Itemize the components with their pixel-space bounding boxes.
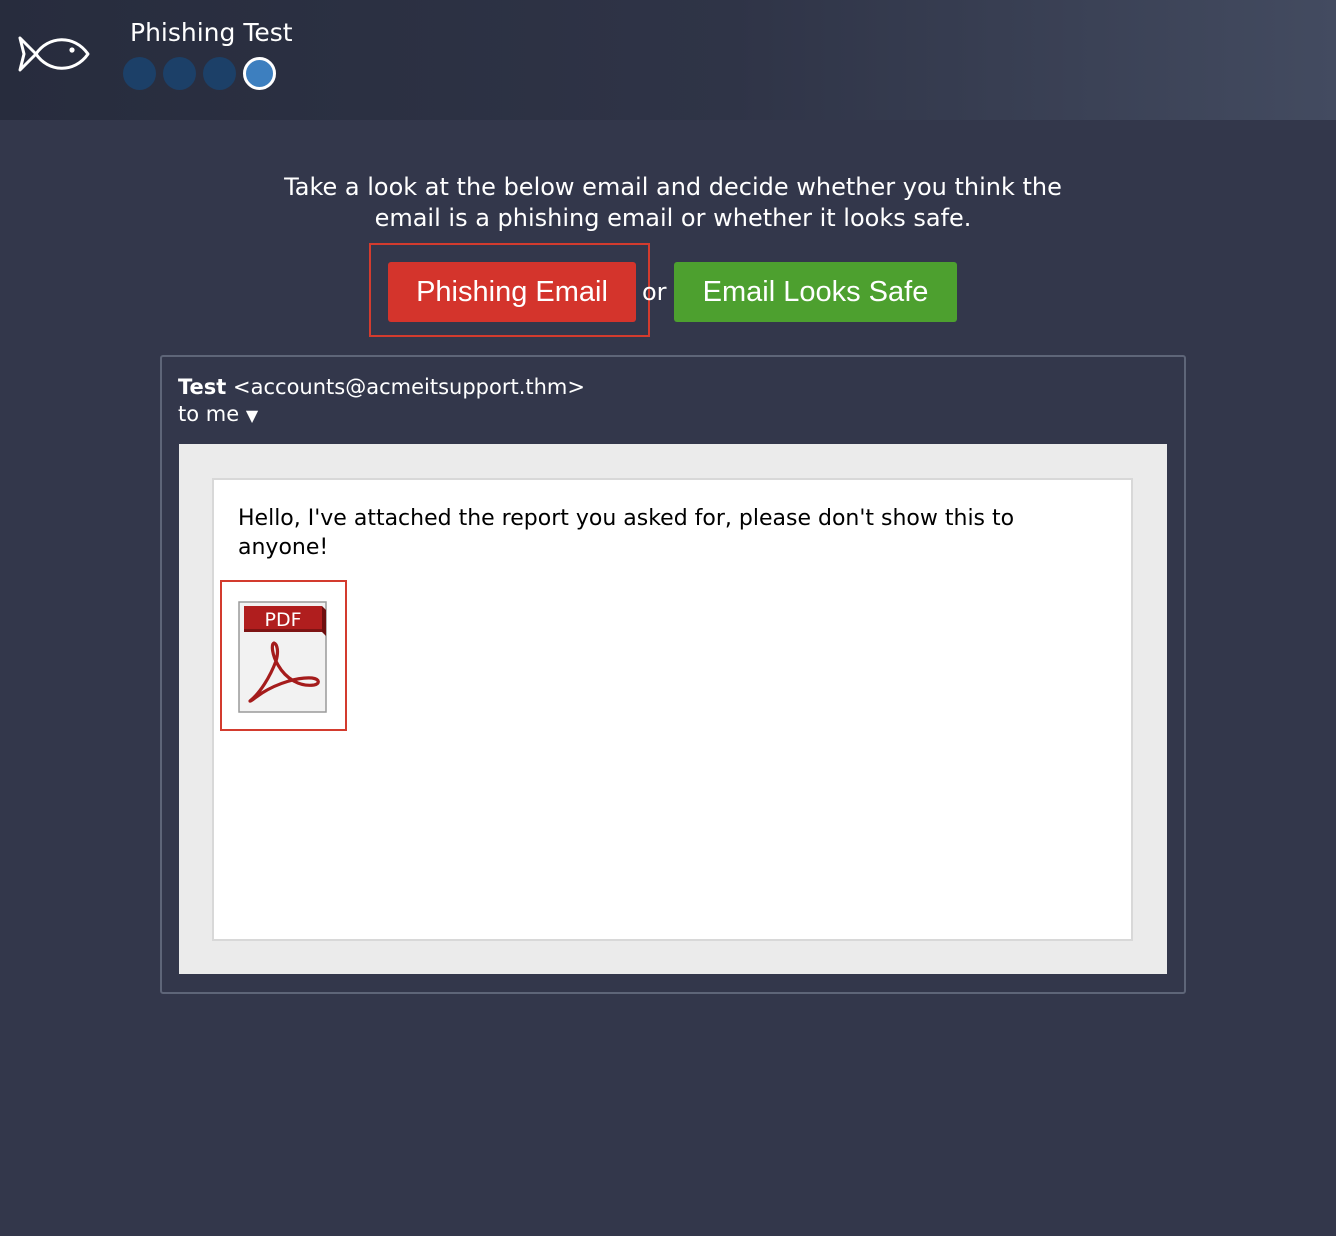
phishing-email-button[interactable]: Phishing Email [388, 262, 636, 322]
sender-name: Test [178, 375, 227, 399]
email-looks-safe-button[interactable]: Email Looks Safe [674, 262, 957, 322]
progress-step-4-current [243, 57, 276, 90]
chevron-down-icon[interactable]: ▼ [246, 406, 258, 425]
progress-step-2 [163, 57, 196, 90]
progress-step-3 [203, 57, 236, 90]
app-title: Phishing Test [130, 18, 293, 47]
pdf-file-icon[interactable]: PDF [238, 601, 328, 713]
or-separator: or [642, 278, 667, 306]
email-recipient[interactable]: to me ▼ [178, 402, 258, 426]
progress-step-1 [123, 57, 156, 90]
recipient-label: to me [178, 402, 240, 426]
fish-icon [18, 36, 90, 72]
email-from: Test <accounts@acmeitsupport.thm> [178, 375, 585, 399]
top-bar: Phishing Test [0, 0, 1336, 120]
sender-address: <accounts@acmeitsupport.thm> [233, 375, 585, 399]
pdf-label: PDF [264, 609, 301, 631]
progress-steps [123, 57, 276, 90]
instructions-text: Take a look at the below email and decid… [284, 173, 1062, 232]
email-body-text: Hello, I've attached the report you aske… [238, 506, 1015, 560]
